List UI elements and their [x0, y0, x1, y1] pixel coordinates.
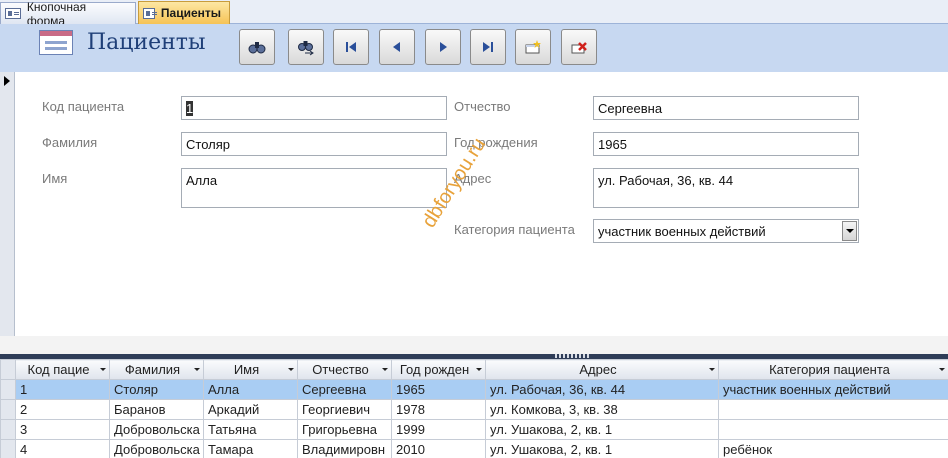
tab-switchboard-form[interactable]: Кнопочная форма	[0, 0, 136, 28]
sort-arrow-icon[interactable]	[288, 368, 294, 371]
last-record-icon	[483, 42, 493, 52]
chevron-down-icon[interactable]	[842, 221, 857, 241]
table-cell[interactable]: ул. Комкова, 3, кв. 38	[485, 399, 719, 420]
table-row[interactable]: 2 Баранов Аркадий Георгиевич 1978 ул. Ко…	[0, 399, 948, 420]
table-cell[interactable]	[718, 419, 948, 440]
find-button[interactable]	[239, 29, 275, 65]
row-selector[interactable]	[0, 399, 16, 420]
table-cell[interactable]: Баранов	[109, 399, 204, 420]
record-selector[interactable]	[0, 72, 15, 336]
form-title: Пациенты	[87, 30, 206, 55]
find-next-button[interactable]	[288, 29, 324, 65]
category-label: Категория пациента	[454, 222, 575, 237]
table-cell[interactable]: Георгиевич	[297, 399, 392, 420]
table-cell[interactable]: 1	[15, 379, 110, 400]
tab-label: Пациенты	[160, 6, 221, 20]
table-row[interactable]: 1 Столяр Алла Сергеевна 1965 ул. Рабочая…	[0, 379, 948, 400]
table-cell[interactable]	[718, 399, 948, 420]
sort-arrow-icon[interactable]	[382, 368, 388, 371]
last-record-button[interactable]	[470, 29, 506, 65]
patient-code-label: Код пациента	[42, 99, 125, 114]
row-selector[interactable]	[0, 439, 16, 458]
column-header[interactable]: Год рожден	[391, 359, 486, 380]
current-record-arrow-icon	[4, 76, 10, 86]
row-selector[interactable]	[0, 419, 16, 440]
table-row[interactable]: 4 Добровольска Тамара Владимировн 2010 у…	[0, 439, 948, 458]
new-record-icon	[525, 40, 541, 54]
form-icon	[5, 8, 21, 19]
table-cell[interactable]: 2010	[391, 439, 486, 458]
table-cell[interactable]: ребёнок	[718, 439, 948, 458]
name-label: Имя	[42, 171, 68, 186]
header-row: Код пацие Фамилия Имя Отчество Год рожде…	[0, 359, 948, 380]
table-cell[interactable]: участник военных действий	[718, 379, 948, 400]
birth-year-field[interactable]: 1965	[593, 132, 859, 156]
datasheet: Код пацие Фамилия Имя Отчество Год рожде…	[0, 359, 948, 458]
patronymic-field[interactable]: Сергеевна	[593, 96, 859, 120]
document-tabs: Кнопочная форма Пациенты	[0, 0, 948, 28]
table-cell[interactable]: 1999	[391, 419, 486, 440]
table-cell[interactable]: Аркадий	[203, 399, 298, 420]
table-cell[interactable]: 3	[15, 419, 110, 440]
column-header[interactable]: Фамилия	[109, 359, 204, 380]
category-select[interactable]: участник военных действий	[593, 219, 859, 243]
sort-arrow-icon[interactable]	[194, 368, 200, 371]
table-cell[interactable]: Алла	[203, 379, 298, 400]
table-cell[interactable]: Татьяна	[203, 419, 298, 440]
find-next-icon	[298, 41, 314, 56]
address-field[interactable]: ул. Рабочая, 36, кв. 44	[593, 168, 859, 208]
surname-label: Фамилия	[42, 135, 98, 150]
table-cell[interactable]: ул. Ушакова, 2, кв. 1	[485, 439, 719, 458]
first-record-icon	[346, 42, 356, 52]
previous-record-button[interactable]	[379, 29, 415, 65]
datasheet-table: Код пацие Фамилия Имя Отчество Год рожде…	[0, 359, 948, 458]
select-all-corner[interactable]	[0, 359, 16, 380]
sort-arrow-icon[interactable]	[100, 368, 106, 371]
table-cell[interactable]: 2	[15, 399, 110, 420]
table-cell[interactable]: 1965	[391, 379, 486, 400]
form-icon	[143, 7, 157, 19]
table-cell[interactable]: Добровольска	[109, 419, 204, 440]
table-cell[interactable]: Сергеевна	[297, 379, 392, 400]
category-value: участник военных действий	[598, 224, 766, 239]
first-record-button[interactable]	[333, 29, 369, 65]
table-cell[interactable]: Григорьевна	[297, 419, 392, 440]
column-header[interactable]: Код пацие	[15, 359, 110, 380]
table-cell[interactable]: Владимировн	[297, 439, 392, 458]
column-header[interactable]: Отчество	[297, 359, 392, 380]
tab-patients[interactable]: Пациенты	[138, 1, 230, 24]
table-row[interactable]: 3 Добровольска Татьяна Григорьевна 1999 …	[0, 419, 948, 440]
previous-record-icon	[393, 42, 400, 52]
column-header[interactable]: Категория пациента	[718, 359, 948, 380]
delete-record-icon	[571, 42, 587, 54]
table-cell[interactable]: ул. Ушакова, 2, кв. 1	[485, 419, 719, 440]
sort-arrow-icon[interactable]	[939, 368, 945, 371]
table-cell[interactable]: 1978	[391, 399, 486, 420]
column-header[interactable]: Имя	[203, 359, 298, 380]
patronymic-label: Отчество	[454, 99, 511, 114]
sort-arrow-icon[interactable]	[476, 368, 482, 371]
row-selector[interactable]	[0, 379, 16, 400]
splitter-grip-icon[interactable]	[555, 354, 589, 358]
form-detail: Код пациента 1 Фамилия Столяр Имя Алла О…	[15, 72, 948, 336]
patient-code-field[interactable]: 1	[181, 96, 447, 120]
name-field[interactable]: Алла	[181, 168, 447, 208]
find-icon	[248, 42, 266, 54]
next-record-button[interactable]	[425, 29, 461, 65]
table-cell[interactable]: Тамара	[203, 439, 298, 458]
table-cell[interactable]: ул. Рабочая, 36, кв. 44	[485, 379, 719, 400]
table-cell[interactable]: Добровольска	[109, 439, 204, 458]
form-logo-icon	[39, 30, 73, 55]
sort-arrow-icon[interactable]	[709, 368, 715, 371]
surname-field[interactable]: Столяр	[181, 132, 447, 156]
column-header[interactable]: Адрес	[485, 359, 719, 380]
table-cell[interactable]: Столяр	[109, 379, 204, 400]
table-cell[interactable]: 4	[15, 439, 110, 458]
new-record-button[interactable]	[515, 29, 551, 65]
next-record-icon	[440, 42, 447, 52]
delete-record-button[interactable]	[561, 29, 597, 65]
form-header: Пациенты	[0, 24, 948, 72]
patient-code-value: 1	[186, 101, 194, 116]
